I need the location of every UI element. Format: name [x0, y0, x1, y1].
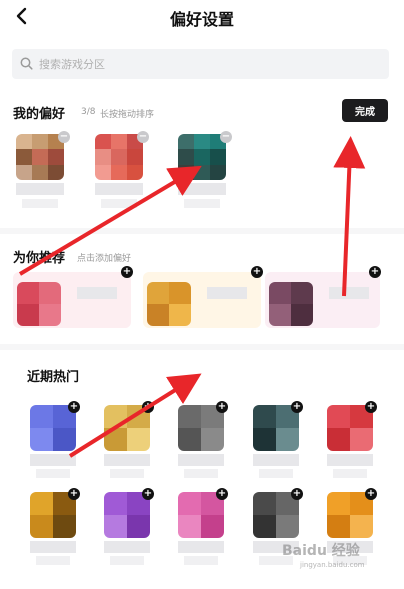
game-name-placeholder [104, 454, 150, 466]
game-name-placeholder [178, 541, 224, 553]
remove-icon[interactable]: − [137, 131, 149, 143]
game-thumbnail [147, 282, 191, 326]
done-button[interactable]: 完成 [342, 99, 388, 122]
game-name-placeholder [22, 199, 58, 208]
game-thumbnail [17, 282, 61, 326]
game-name-placeholder [30, 541, 76, 553]
game-name-placeholder [259, 469, 293, 478]
recommend-hint: 点击添加偏好 [77, 254, 132, 264]
favorites-hint: 长按拖动排序 [100, 110, 155, 120]
game-thumbnail [95, 134, 143, 180]
add-icon[interactable]: + [216, 488, 228, 500]
game-name-placeholder [178, 183, 226, 195]
game-name-placeholder [36, 556, 70, 565]
add-icon[interactable]: + [216, 401, 228, 413]
game-name-placeholder [30, 454, 76, 466]
add-icon[interactable]: + [369, 266, 381, 278]
game-name-placeholder [184, 199, 220, 208]
game-name-placeholder [36, 469, 70, 478]
recent-title: 近期热门 [27, 370, 80, 385]
game-thumbnail [16, 134, 64, 180]
top-bar: 偏好设置 [0, 0, 404, 36]
game-name-placeholder [77, 287, 117, 299]
add-icon[interactable]: + [68, 488, 80, 500]
game-name-placeholder [101, 199, 137, 208]
remove-icon[interactable]: − [220, 131, 232, 143]
add-icon[interactable]: + [142, 488, 154, 500]
add-icon[interactable]: + [68, 401, 80, 413]
game-name-placeholder [104, 541, 150, 553]
game-name-placeholder [110, 469, 144, 478]
game-name-placeholder [16, 183, 64, 195]
watermark-text: Baidu 经验 [282, 543, 360, 559]
add-icon[interactable]: + [251, 266, 263, 278]
recommend-title: 为你推荐 [13, 251, 66, 266]
add-icon[interactable]: + [142, 401, 154, 413]
game-thumbnail [178, 134, 226, 180]
remove-icon[interactable]: − [58, 131, 70, 143]
game-name-placeholder [184, 556, 218, 565]
game-name-placeholder [207, 287, 247, 299]
game-name-placeholder [110, 556, 144, 565]
section-divider [0, 228, 404, 234]
add-icon[interactable]: + [121, 266, 133, 278]
search-bar[interactable] [12, 49, 389, 79]
game-thumbnail [269, 282, 313, 326]
favorites-count: 3/8 [81, 107, 96, 117]
game-name-placeholder [253, 454, 299, 466]
search-icon [20, 55, 33, 74]
add-icon[interactable]: + [365, 488, 377, 500]
game-name-placeholder [95, 183, 143, 195]
add-icon[interactable]: + [291, 401, 303, 413]
game-name-placeholder [329, 287, 369, 299]
section-divider [0, 344, 404, 350]
favorites-title: 我的偏好 [13, 107, 66, 122]
search-input[interactable] [39, 57, 339, 71]
add-icon[interactable]: + [291, 488, 303, 500]
game-name-placeholder [178, 454, 224, 466]
watermark-url: jingyan.baidu.com [300, 561, 365, 569]
add-icon[interactable]: + [365, 401, 377, 413]
game-name-placeholder [327, 454, 373, 466]
game-name-placeholder [184, 469, 218, 478]
game-name-placeholder [333, 469, 367, 478]
page-title: 偏好设置 [169, 10, 234, 29]
